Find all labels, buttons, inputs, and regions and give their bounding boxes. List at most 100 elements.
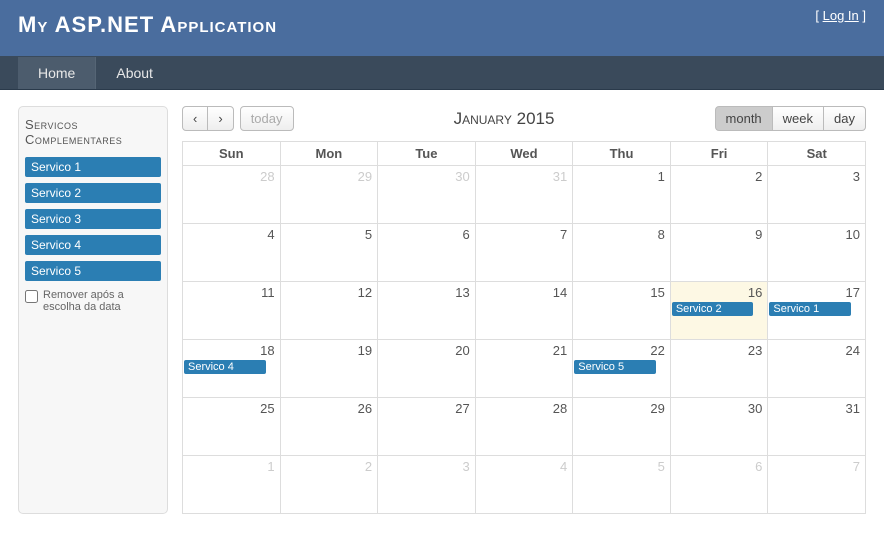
prev-button[interactable]: ‹ — [182, 106, 208, 131]
calendar-cell[interactable]: 6 — [378, 224, 476, 282]
calendar-cell[interactable]: 3 — [378, 456, 476, 514]
day-number: 2 — [676, 169, 763, 184]
day-header: Sun — [183, 142, 281, 166]
calendar-cell[interactable]: 31 — [768, 398, 866, 456]
day-header: Mon — [280, 142, 378, 166]
day-number: 29 — [286, 169, 373, 184]
calendar-cell[interactable]: 29 — [573, 398, 671, 456]
login-area: [ Log In ] — [815, 8, 866, 23]
sidebar: Servicos Complementares Servico 1 Servic… — [18, 106, 168, 514]
day-number: 2 — [286, 459, 373, 474]
day-number: 4 — [188, 227, 275, 242]
calendar-event[interactable]: Servico 5 — [574, 360, 656, 374]
sidebar-item-servico-3[interactable]: Servico 3 — [25, 209, 161, 229]
calendar-cell[interactable]: 18Servico 4 — [183, 340, 281, 398]
calendar-cell[interactable]: 14 — [475, 282, 573, 340]
login-link[interactable]: Log In — [823, 8, 859, 23]
day-number: 22 — [578, 343, 665, 358]
calendar-cell[interactable]: 20 — [378, 340, 476, 398]
nav-home[interactable]: Home — [18, 57, 95, 89]
day-header: Sat — [768, 142, 866, 166]
calendar-cell[interactable]: 8 — [573, 224, 671, 282]
calendar-cell[interactable]: 31 — [475, 166, 573, 224]
day-number: 11 — [188, 285, 275, 300]
calendar-cell[interactable]: 10 — [768, 224, 866, 282]
navbar: Home About — [0, 56, 884, 90]
calendar-cell[interactable]: 5 — [280, 224, 378, 282]
calendar-cell[interactable]: 30 — [378, 166, 476, 224]
view-day-button[interactable]: day — [823, 106, 866, 131]
calendar-cell[interactable]: 13 — [378, 282, 476, 340]
day-number: 5 — [286, 227, 373, 242]
calendar-cell[interactable]: 24 — [768, 340, 866, 398]
calendar-cell[interactable]: 21 — [475, 340, 573, 398]
remove-after-label: Remover após a escolha da data — [43, 289, 161, 313]
calendar-cell[interactable]: 17Servico 1 — [768, 282, 866, 340]
day-number: 30 — [676, 401, 763, 416]
day-number: 3 — [773, 169, 860, 184]
calendar-cell[interactable]: 2 — [670, 166, 768, 224]
view-month-button[interactable]: month — [715, 106, 773, 131]
calendar: ‹ › today January 2015 month week day Su… — [182, 106, 866, 514]
calendar-grid: SunMonTueWedThuFriSat 282930311234567891… — [182, 141, 866, 514]
day-number: 6 — [676, 459, 763, 474]
calendar-cell[interactable]: 30 — [670, 398, 768, 456]
calendar-cell[interactable]: 4 — [183, 224, 281, 282]
remove-after-check[interactable]: Remover após a escolha da data — [25, 289, 161, 313]
day-number: 28 — [188, 169, 275, 184]
day-number: 14 — [481, 285, 568, 300]
day-number: 25 — [188, 401, 275, 416]
calendar-cell[interactable]: 12 — [280, 282, 378, 340]
sidebar-item-servico-1[interactable]: Servico 1 — [25, 157, 161, 177]
day-number: 16 — [676, 285, 763, 300]
calendar-cell[interactable]: 7 — [475, 224, 573, 282]
day-number: 28 — [481, 401, 568, 416]
calendar-cell[interactable]: 15 — [573, 282, 671, 340]
calendar-cell[interactable]: 5 — [573, 456, 671, 514]
calendar-event[interactable]: Servico 2 — [672, 302, 754, 316]
calendar-cell[interactable]: 25 — [183, 398, 281, 456]
calendar-cell[interactable]: 1 — [183, 456, 281, 514]
calendar-cell[interactable]: 4 — [475, 456, 573, 514]
calendar-cell[interactable]: 6 — [670, 456, 768, 514]
calendar-cell[interactable]: 1 — [573, 166, 671, 224]
calendar-cell[interactable]: 2 — [280, 456, 378, 514]
view-week-button[interactable]: week — [772, 106, 824, 131]
calendar-cell[interactable]: 9 — [670, 224, 768, 282]
day-number: 3 — [383, 459, 470, 474]
day-number: 1 — [188, 459, 275, 474]
calendar-cell[interactable]: 27 — [378, 398, 476, 456]
calendar-event[interactable]: Servico 4 — [184, 360, 266, 374]
calendar-cell[interactable]: 29 — [280, 166, 378, 224]
content: Servicos Complementares Servico 1 Servic… — [0, 90, 884, 530]
day-number: 15 — [578, 285, 665, 300]
calendar-event[interactable]: Servico 1 — [769, 302, 851, 316]
today-button[interactable]: today — [240, 106, 294, 131]
app-header: My ASP.NET Application [ Log In ] — [0, 0, 884, 56]
calendar-cell[interactable]: 26 — [280, 398, 378, 456]
day-number: 23 — [676, 343, 763, 358]
calendar-cell[interactable]: 16 Servico 2 — [670, 282, 768, 340]
calendar-cell[interactable]: 7 — [768, 456, 866, 514]
calendar-cell[interactable]: 19 — [280, 340, 378, 398]
calendar-cell[interactable]: 22 Servico 5 — [573, 340, 671, 398]
calendar-cell[interactable]: 28 — [183, 166, 281, 224]
app-title: My ASP.NET Application — [18, 12, 866, 38]
sidebar-item-servico-4[interactable]: Servico 4 — [25, 235, 161, 255]
day-number: 27 — [383, 401, 470, 416]
nav-about[interactable]: About — [95, 57, 173, 89]
next-button[interactable]: › — [207, 106, 233, 131]
sidebar-item-servico-2[interactable]: Servico 2 — [25, 183, 161, 203]
day-number: 31 — [481, 169, 568, 184]
calendar-cell[interactable]: 3 — [768, 166, 866, 224]
day-number: 24 — [773, 343, 860, 358]
day-header: Thu — [573, 142, 671, 166]
day-number: 8 — [578, 227, 665, 242]
sidebar-item-servico-5[interactable]: Servico 5 — [25, 261, 161, 281]
day-number: 21 — [481, 343, 568, 358]
calendar-cell[interactable]: 23 — [670, 340, 768, 398]
calendar-cell[interactable]: 11 — [183, 282, 281, 340]
calendar-cell[interactable]: 28 — [475, 398, 573, 456]
remove-after-checkbox[interactable] — [25, 290, 38, 303]
day-number: 30 — [383, 169, 470, 184]
